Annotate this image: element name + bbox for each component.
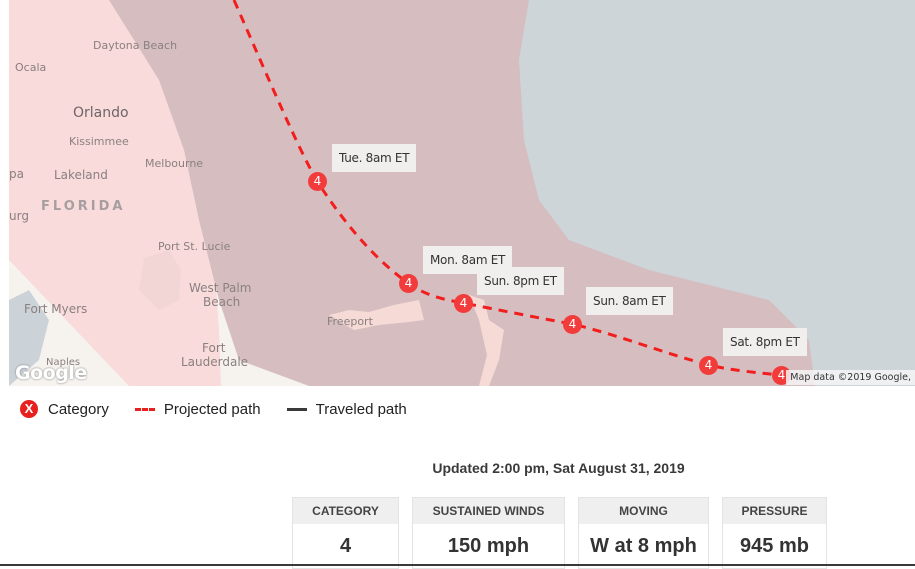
map-attribution[interactable]: Map data ©2019 Google,: [786, 370, 915, 385]
city-label: Daytona Beach: [93, 39, 178, 52]
forecast-time-label: Tue. 8am ET: [332, 144, 417, 172]
category-marker[interactable]: 4: [563, 315, 582, 334]
city-label: Ocala: [15, 61, 47, 74]
map-legend: X Category Projected path Traveled path: [20, 400, 433, 418]
stat-value: W at 8 mph: [579, 524, 708, 568]
city-label: Port St. Lucie: [158, 240, 231, 253]
stat-label: PRESSURE: [723, 498, 826, 524]
city-label: Orlando: [73, 105, 129, 121]
forecast-time-label: Sun. 8am ET: [586, 287, 673, 315]
stat-pressure: PRESSURE 945 mb: [722, 497, 827, 569]
hurricane-map[interactable]: Daytona Beach Ocala Orlando Kissimmee Me…: [9, 0, 915, 386]
category-marker[interactable]: 4: [699, 356, 718, 375]
city-label: Fort: [202, 341, 226, 355]
city-label: urg: [9, 209, 29, 223]
city-label: Beach: [203, 295, 241, 309]
legend-category-label: Category: [48, 400, 109, 418]
state-label: FLORIDA: [41, 199, 126, 214]
stat-moving: MOVING W at 8 mph: [578, 497, 709, 569]
city-label: Freeport: [327, 315, 373, 328]
city-label: Melbourne: [145, 157, 204, 170]
forecast-time-label: Sun. 8pm ET: [477, 267, 564, 295]
city-label: Kissimmee: [69, 135, 129, 148]
solid-line-icon: [286, 407, 307, 411]
stat-value: 150 mph: [413, 524, 564, 568]
city-label: Lakeland: [54, 168, 108, 182]
category-marker[interactable]: 4: [399, 274, 418, 293]
category-marker[interactable]: 4: [454, 294, 473, 313]
storm-stats: CATEGORY 4 SUSTAINED WINDS 150 mph MOVIN…: [292, 497, 840, 569]
updated-timestamp: Updated 2:00 pm, Sat August 31, 2019: [432, 460, 685, 476]
dashed-line-icon: [134, 407, 155, 411]
legend-projected-label: Projected path: [163, 400, 261, 418]
category-icon: X: [20, 400, 38, 418]
forecast-time-label: Sat. 8pm ET: [723, 328, 807, 356]
city-label: Fort Myers: [24, 302, 88, 316]
google-logo: Google: [15, 362, 87, 384]
legend-category: X Category: [20, 400, 109, 418]
stat-sustained-winds: SUSTAINED WINDS 150 mph: [412, 497, 565, 569]
city-label: pa: [9, 167, 24, 181]
stat-label: SUSTAINED WINDS: [413, 498, 564, 524]
category-marker[interactable]: 4: [308, 172, 327, 191]
legend-traveled: Traveled path: [286, 400, 407, 418]
city-label: Lauderdale: [181, 355, 249, 369]
legend-projected: Projected path: [134, 400, 261, 418]
stat-value: 945 mb: [723, 524, 826, 568]
stat-label: MOVING: [579, 498, 708, 524]
stat-value: 4: [293, 524, 398, 568]
city-label: West Palm: [189, 281, 252, 295]
stat-label: CATEGORY: [293, 498, 398, 524]
legend-traveled-label: Traveled path: [315, 400, 407, 418]
stat-category: CATEGORY 4: [292, 497, 399, 569]
